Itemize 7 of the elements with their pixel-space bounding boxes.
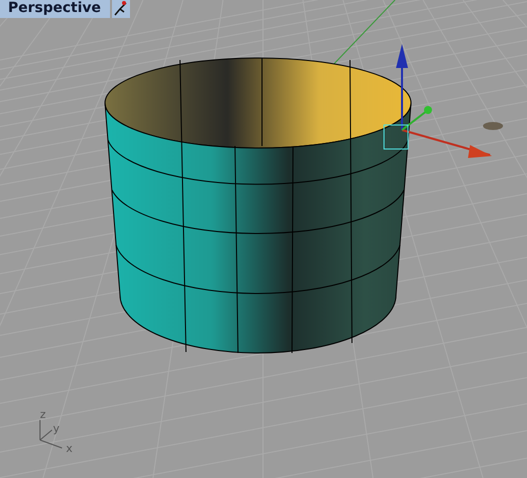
axis-triad-icon <box>40 420 62 448</box>
point-marker-icon <box>483 122 503 130</box>
axis-label: y <box>53 422 60 435</box>
viewport-menu-icon[interactable] <box>112 0 130 18</box>
viewport-title[interactable]: Perspective <box>0 0 110 18</box>
axis-label: x <box>66 442 73 455</box>
axis-label: z <box>40 408 46 421</box>
